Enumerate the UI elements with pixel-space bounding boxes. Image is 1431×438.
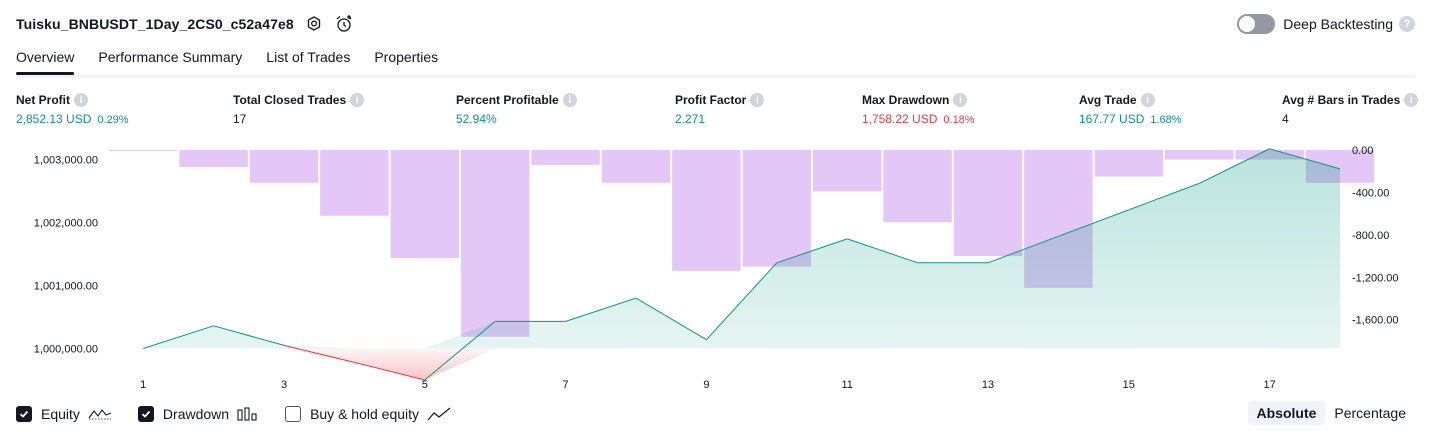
x-axis-tick-label: 7 [563, 379, 569, 391]
metric-label: Total Closed Trades [233, 93, 347, 107]
right-axis-tick-label: -1,600.00 [1352, 315, 1398, 327]
toggle-knob [1239, 16, 1256, 32]
drawdown-bar [461, 150, 530, 337]
tab-overview[interactable]: Overview [16, 45, 75, 75]
settings-icon[interactable] [304, 14, 324, 34]
drawdown-bar [813, 150, 882, 192]
question-icon[interactable]: ? [1399, 16, 1415, 32]
left-axis-tick-label: 1,000,000.00 [34, 343, 98, 355]
tab-performance-summary[interactable]: Performance Summary [98, 45, 242, 72]
drawdown-checkbox[interactable] [137, 406, 154, 422]
metric-percent-profitable: Percent Profitable i 52.94% [456, 93, 577, 126]
drawdown-bar [320, 150, 389, 216]
metric-label: Avg Trade [1079, 93, 1137, 107]
x-axis-tick-label: 11 [841, 379, 852, 391]
drawdown-bar [179, 150, 248, 167]
equity-drawdown-chart[interactable]: 1,003,000.00 1,002,000.00 1,001,000.00 1,00… [0, 140, 1431, 396]
info-icon[interactable]: i [953, 93, 968, 107]
x-axis-tick-label: 5 [422, 379, 428, 391]
drawdown-bar [601, 150, 671, 183]
buy-hold-line-icon [427, 406, 451, 422]
x-axis-tick-label: 15 [1123, 379, 1135, 391]
right-axis-tick-label: -800.00 [1352, 230, 1389, 242]
equity-checkbox[interactable] [16, 406, 32, 422]
info-icon[interactable]: i [74, 93, 88, 107]
metric-avg-trade: Avg Trade i 167.77 USD 1.68% [1079, 93, 1182, 126]
metric-label: Net Profit [16, 93, 70, 107]
tab-properties[interactable]: Properties [374, 45, 438, 72]
drawdown-bar [742, 150, 811, 267]
drawdown-bar [390, 150, 459, 259]
drawdown-bar [1165, 150, 1234, 160]
legend-buy-hold-label: Buy & hold equity [310, 406, 420, 422]
mode-absolute-button[interactable]: Absolute [1247, 401, 1326, 425]
deep-backtesting-label: Deep Backtesting [1283, 16, 1393, 32]
report-tabs: Overview Performance Summary List of Tra… [16, 45, 1415, 78]
chart-legend: Equity Drawdown Buy & hold equity [16, 403, 477, 425]
legend-buy-hold[interactable]: Buy & hold equity [285, 406, 451, 422]
info-icon[interactable]: i [1140, 93, 1155, 107]
metric-total-closed-trades: Total Closed Trades i 17 [233, 93, 365, 126]
drawdown-bar [883, 150, 952, 223]
legend-equity-label: Equity [41, 406, 80, 422]
metric-label: Max Drawdown [862, 93, 950, 107]
metric-percent: 0.18% [943, 114, 975, 126]
x-axis-tick-label: 9 [703, 379, 709, 391]
drawdown-bar [1094, 150, 1163, 177]
left-axis-tick-label: 1,003,000.00 [34, 154, 98, 166]
x-axis-tick-label: 13 [982, 379, 994, 391]
x-axis-tick-label: 17 [1263, 379, 1275, 391]
mode-percentage-button[interactable]: Percentage [1325, 401, 1415, 425]
buy-hold-checkbox[interactable] [285, 406, 302, 422]
x-axis-tick-label: 1 [140, 379, 146, 391]
info-icon[interactable]: i [350, 93, 365, 107]
equity-drawdown-fill [143, 348, 1341, 380]
metric-percent: 0.29% [97, 114, 129, 126]
metric-value: 17 [233, 112, 247, 126]
alarm-add-icon[interactable] [334, 14, 354, 34]
metric-label: Profit Factor [675, 93, 747, 107]
equity-line-icon [88, 406, 112, 422]
drawdown-bar [672, 150, 741, 271]
info-icon[interactable]: i [1404, 93, 1419, 107]
legend-drawdown-label: Drawdown [162, 406, 230, 422]
deep-backtesting-toggle[interactable] [1237, 14, 1276, 34]
metric-value: 4 [1282, 112, 1289, 126]
drawdown-bar [109, 150, 178, 151]
metric-value: 167.77 USD [1079, 112, 1145, 126]
metrics-row: Net Profit i 2,852.13 USD 0.29% Total Clos… [0, 93, 1431, 133]
legend-drawdown[interactable]: Drawdown [137, 406, 259, 422]
drawdown-bar [953, 150, 1023, 257]
left-axis-tick-label: 1,002,000.00 [34, 217, 98, 229]
display-mode-toggle: Absolute Percentage [1247, 401, 1416, 425]
right-axis-tick-label: 0.00 [1352, 145, 1373, 157]
metric-net-profit: Net Profit i 2,852.13 USD 0.29% [16, 93, 129, 126]
deep-backtesting: Deep Backtesting ? [1237, 12, 1415, 36]
strategy-title: Tuisku_BNBUSDT_1Day_2CS0_c52a47e8 [16, 16, 294, 32]
metric-profit-factor: Profit Factor i 2.271 [675, 93, 765, 126]
metric-value: 2.271 [675, 112, 706, 126]
metric-max-drawdown: Max Drawdown i 1,758.22 USD 0.18% [862, 93, 975, 126]
info-icon[interactable]: i [750, 93, 765, 107]
metric-value: 2,852.13 USD [16, 112, 92, 126]
metric-avg-bars-in-trades: Avg # Bars in Trades i 4 [1282, 93, 1419, 126]
metric-label: Avg # Bars in Trades [1282, 93, 1401, 107]
metric-label: Percent Profitable [456, 93, 559, 107]
legend-equity[interactable]: Equity [16, 406, 112, 422]
metric-value: 52.94% [456, 112, 497, 126]
drawdown-bar [249, 150, 319, 183]
metric-percent: 1.68% [1150, 114, 1182, 126]
right-axis-tick-label: -400.00 [1352, 187, 1389, 199]
x-axis-tick-label: 3 [281, 379, 287, 391]
info-icon[interactable]: i [562, 93, 577, 107]
drawdown-bar [531, 150, 600, 165]
metric-value: 1,758.22 USD [862, 112, 938, 126]
strategy-header: Tuisku_BNBUSDT_1Day_2CS0_c52a47e8 [16, 12, 354, 36]
tab-list-of-trades[interactable]: List of Trades [266, 45, 350, 72]
drawdown-bars-icon [237, 406, 259, 422]
left-axis-tick-label: 1,001,000.00 [34, 280, 98, 292]
right-axis-tick-label: -1,200.00 [1352, 272, 1398, 284]
